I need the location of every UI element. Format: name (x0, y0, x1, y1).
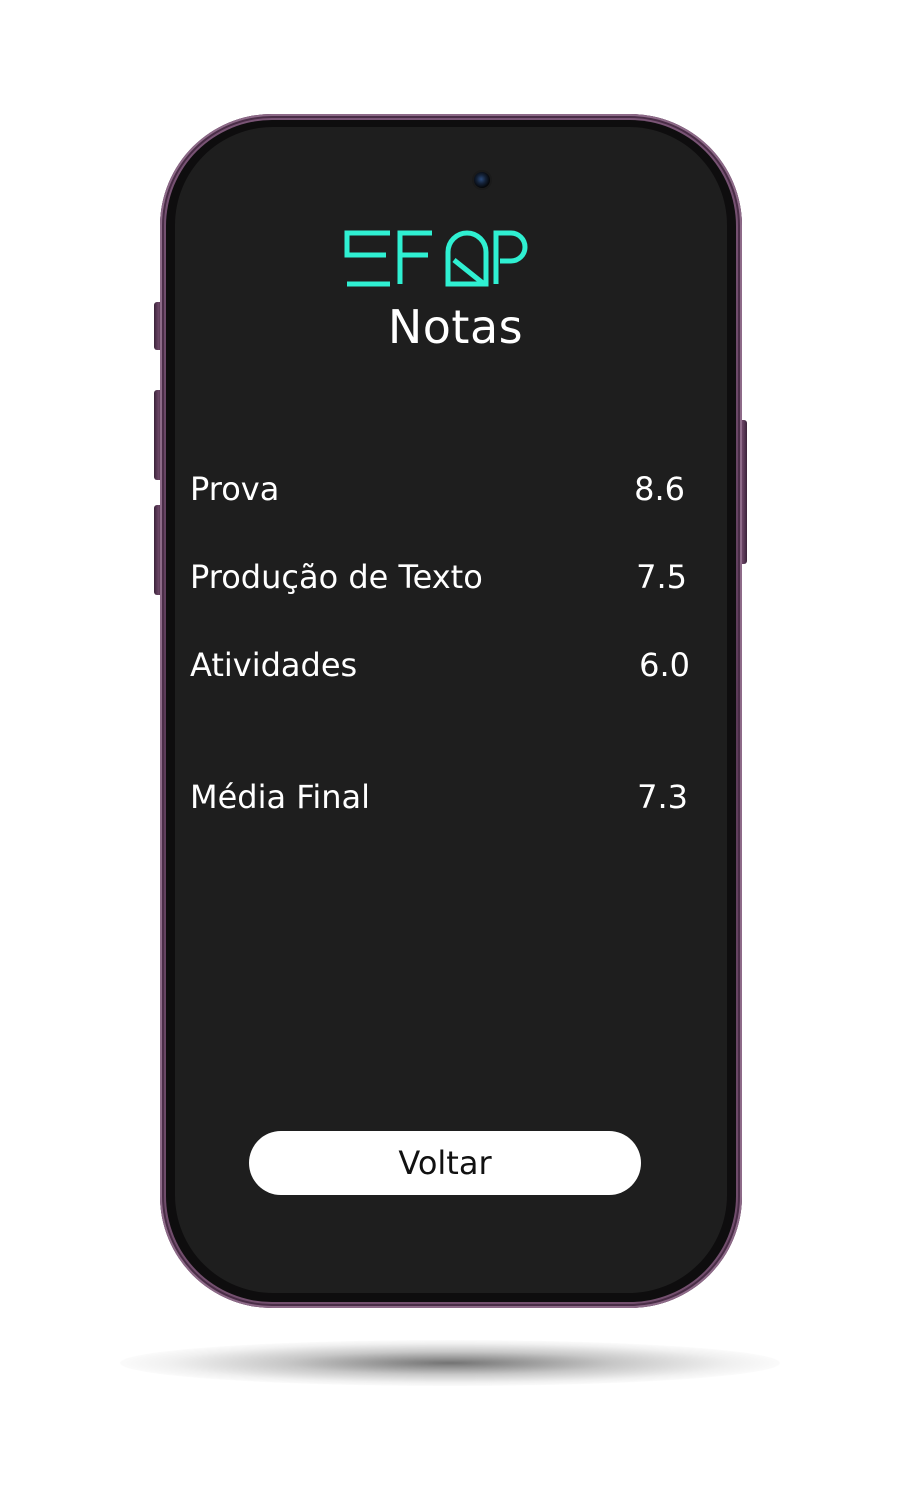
back-button[interactable]: Voltar (249, 1131, 641, 1195)
final-average-row: Média Final 7.3 (190, 778, 690, 818)
grade-value: 8.6 (634, 470, 685, 508)
grade-row-atividades: Atividades 6.0 (190, 646, 690, 686)
efqp-logo (344, 230, 528, 287)
phone-frame (160, 114, 742, 1308)
grade-value: 6.0 (639, 646, 690, 684)
front-camera-icon (474, 172, 490, 188)
grade-label: Atividades (190, 646, 358, 684)
floor-shadow (120, 1340, 780, 1386)
grade-row-prova: Prova 8.6 (190, 470, 690, 510)
phone-bezel (166, 120, 736, 1302)
grade-value: 7.5 (636, 558, 687, 596)
page-title: Notas (387, 300, 524, 354)
mockup-stage: Notas Prova 8.6 Produção de Texto 7.5 At… (0, 0, 901, 1501)
grade-label: Produção de Texto (190, 558, 483, 596)
grade-label: Prova (190, 470, 280, 508)
final-average-label: Média Final (190, 778, 371, 816)
final-average-value: 7.3 (637, 778, 688, 816)
grade-row-producao-de-texto: Produção de Texto 7.5 (190, 558, 690, 598)
